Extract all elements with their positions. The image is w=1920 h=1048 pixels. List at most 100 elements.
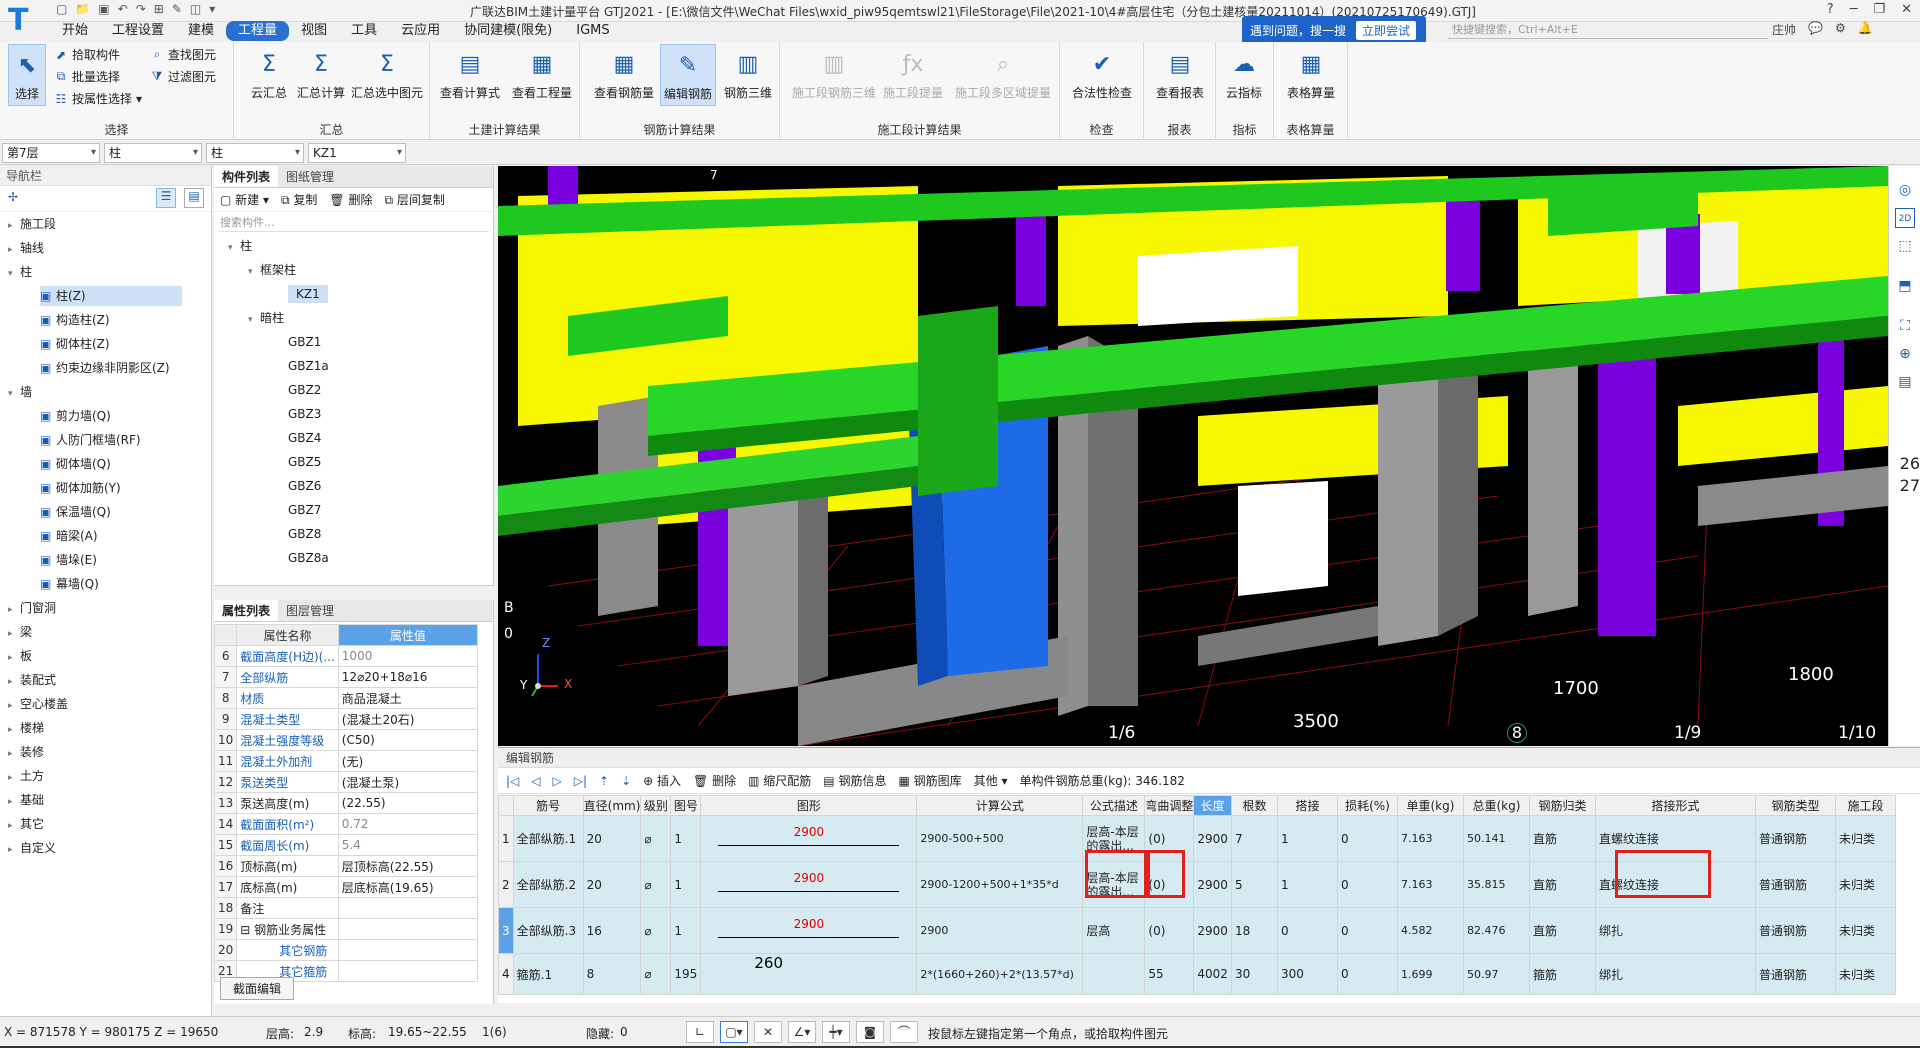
layer-icon[interactable]: ◫ bbox=[190, 2, 201, 20]
rebar-cell-formula[interactable]: 2*(1660+260)+2*(13.57*d) bbox=[916, 953, 1084, 995]
floor-select[interactable]: 第7层 bbox=[2, 143, 100, 163]
rebar-cell-shape[interactable]: 2900 bbox=[700, 861, 918, 908]
rebar-cell-stage[interactable]: 未归类 bbox=[1834, 861, 1896, 908]
table-calc-button[interactable]: ▦ 表格算量 bbox=[1278, 44, 1344, 106]
type-select[interactable]: 柱 bbox=[104, 143, 202, 163]
rebar-cell-total[interactable]: 50.141 bbox=[1462, 815, 1530, 862]
box-icon[interactable]: ⬒ bbox=[1895, 276, 1915, 296]
collapse-arrow-icon[interactable]: ▾ bbox=[248, 308, 260, 332]
rebar-cell-no[interactable]: 箍筋.1 bbox=[512, 953, 584, 995]
collapse-arrow-icon[interactable]: ▾ bbox=[8, 384, 20, 404]
nav-item[interactable]: ▸ 其它 bbox=[8, 814, 44, 834]
gear-icon[interactable]: ⚙ bbox=[1835, 21, 1846, 38]
other-menu-button[interactable]: 其他 ▾ bbox=[974, 772, 1008, 789]
close-icon[interactable]: ✕ bbox=[1901, 2, 1912, 17]
rebar-cell-loss[interactable]: 0 bbox=[1336, 953, 1398, 995]
new-file-icon[interactable]: ▢ bbox=[56, 2, 67, 20]
rebar-cell-loss[interactable]: 0 bbox=[1336, 815, 1398, 862]
property-row[interactable]: 13 泵送高度(m) (22.55) bbox=[213, 792, 479, 814]
rebar-column-header[interactable]: 弯曲调整 bbox=[1144, 795, 1195, 816]
rebar-row[interactable]: 4 箍筋.1 8 ⌀ 195 260 2*(1660+260)+2*(13.57*d) 55 4… bbox=[498, 953, 1896, 995]
rebar-row-number[interactable]: 1 bbox=[498, 815, 514, 862]
rebar-cell-count[interactable]: 5 bbox=[1230, 861, 1278, 908]
component-tree-item[interactable]: GBZ2 bbox=[288, 378, 321, 402]
property-value[interactable]: 0.72 bbox=[337, 813, 479, 835]
rebar-column-header[interactable]: 根数 bbox=[1230, 795, 1278, 816]
sum-selected-button[interactable]: Σ 汇总选中图元 bbox=[342, 44, 432, 106]
property-value[interactable]: 商品混凝土 bbox=[337, 687, 479, 709]
property-value[interactable]: (无) bbox=[337, 750, 479, 772]
fullscreen-icon[interactable]: ⛶ bbox=[1895, 316, 1915, 336]
rebar-cell-unit[interactable]: 1.699 bbox=[1396, 953, 1464, 995]
rebar-row-number[interactable]: 4 bbox=[498, 953, 514, 995]
property-row[interactable]: 17 底标高(m) 层底标高(19.65) bbox=[213, 876, 479, 898]
delete-button[interactable]: 🗑 删除 bbox=[693, 772, 736, 789]
pin-icon[interactable]: ✢ bbox=[8, 190, 18, 204]
rebar-cell-lap[interactable]: 1 bbox=[1276, 861, 1338, 908]
component-tree-item[interactable]: GBZ6 bbox=[288, 474, 321, 498]
rebar-cell-count[interactable]: 18 bbox=[1230, 907, 1278, 954]
component-tree-item[interactable]: GBZ4 bbox=[288, 426, 321, 450]
rebar-3d-button[interactable]: ▥ 钢筋三维 bbox=[718, 44, 778, 106]
rebar-cell-stage[interactable]: 未归类 bbox=[1834, 815, 1896, 862]
tab-property-list[interactable]: 属性列表 bbox=[214, 600, 279, 621]
rebar-cell-cat[interactable]: 直筋 bbox=[1528, 907, 1596, 954]
rebar-cell-len[interactable]: 2900 bbox=[1193, 861, 1232, 908]
collapse-arrow-icon[interactable]: ▾ bbox=[248, 260, 260, 284]
rebar-cell-d[interactable]: 8 bbox=[582, 953, 642, 995]
component-tree-item[interactable]: ▾ 暗柱 bbox=[248, 306, 284, 330]
tab-modeling[interactable]: 建模 bbox=[176, 21, 226, 41]
rebar-column-header[interactable]: 搭接形式 bbox=[1594, 795, 1756, 816]
expand-arrow-icon[interactable]: ▸ bbox=[8, 816, 20, 836]
nav-item[interactable]: ▸ 空心楼盖 bbox=[8, 694, 68, 714]
save-icon[interactable]: ▣ bbox=[98, 2, 109, 20]
property-row[interactable]: 16 顶标高(m) 层顶标高(22.55) bbox=[213, 855, 479, 877]
tab-collab[interactable]: 协同建模(限免) bbox=[452, 21, 564, 41]
tab-view[interactable]: 视图 bbox=[289, 21, 339, 41]
section-edit-button[interactable]: 截面编辑 bbox=[220, 977, 295, 1000]
nav-item[interactable]: ▣ 构造柱(Z) bbox=[40, 310, 182, 330]
rebar-cell-bend[interactable]: (0) bbox=[1144, 907, 1195, 954]
rebar-cell-grade[interactable]: ⌀ bbox=[640, 907, 672, 954]
component-tree-item[interactable]: GBZ1a bbox=[288, 354, 329, 378]
nav-item[interactable]: ▣ 剪力墙(Q) bbox=[40, 406, 182, 426]
rebar-cell-lap[interactable]: 0 bbox=[1276, 907, 1338, 954]
rebar-cell-total[interactable]: 35.815 bbox=[1462, 861, 1530, 908]
list-view-icon[interactable]: ☰ bbox=[156, 188, 176, 208]
rebar-cell-d[interactable]: 20 bbox=[582, 815, 642, 862]
property-row[interactable]: 12 泵送类型 (混凝土泵) bbox=[213, 771, 479, 793]
expand-arrow-icon[interactable]: ▸ bbox=[8, 744, 20, 764]
rebar-cell-type[interactable]: 普通钢筋 bbox=[1754, 861, 1836, 908]
property-row[interactable]: 9 混凝土类型 (混凝土20石) bbox=[213, 708, 479, 730]
copy-component-button[interactable]: ⧉ 复制 bbox=[281, 191, 317, 208]
rebar-cell-cat[interactable]: 直筋 bbox=[1528, 815, 1596, 862]
rebar-column-header[interactable]: 施工段 bbox=[1834, 795, 1896, 816]
tab-component-list[interactable]: 构件列表 bbox=[214, 166, 279, 187]
expand-arrow-icon[interactable]: ▸ bbox=[8, 720, 20, 740]
expand-arrow-icon[interactable]: ▸ bbox=[8, 792, 20, 812]
nav-item[interactable]: ▸ 门窗洞 bbox=[8, 598, 56, 618]
component-tree-item[interactable]: KZ1 bbox=[288, 282, 328, 306]
collapse-arrow-icon[interactable]: ▾ bbox=[228, 236, 240, 260]
rebar-cell-loss[interactable]: 0 bbox=[1336, 861, 1398, 908]
user-name[interactable]: 庄帅 bbox=[1772, 21, 1796, 38]
expand-arrow-icon[interactable]: ▸ bbox=[8, 240, 20, 260]
expand-arrow-icon[interactable]: ▸ bbox=[8, 624, 20, 644]
property-row[interactable]: 18 备注 bbox=[213, 897, 479, 919]
tab-igms[interactable]: IGMS bbox=[564, 21, 621, 41]
tab-layer-management[interactable]: 图层管理 bbox=[278, 600, 342, 621]
rebar-column-header[interactable]: 长度 bbox=[1193, 795, 1232, 816]
rebar-cell-lapform[interactable]: 绑扎 bbox=[1594, 907, 1756, 954]
cloud-index-button[interactable]: ☁ 云指标 bbox=[1216, 44, 1272, 106]
rebar-cell-unit[interactable]: 7.163 bbox=[1396, 815, 1464, 862]
minimize-icon[interactable]: ─ bbox=[1850, 2, 1858, 17]
component-tree-item[interactable]: GBZ8a bbox=[288, 546, 329, 570]
rebar-cell-total[interactable]: 50.97 bbox=[1462, 953, 1530, 995]
nav-item[interactable]: ▣ 暗梁(A) bbox=[40, 526, 182, 546]
property-row[interactable]: 14 截面面积(m²) 0.72 bbox=[213, 813, 479, 835]
property-value[interactable] bbox=[337, 918, 479, 940]
stage-multi-button[interactable]: ⌕ 施工段多区域提量 bbox=[950, 44, 1056, 106]
property-row[interactable]: 19 ⊟ 钢筋业务属性 bbox=[213, 918, 479, 940]
rebar-library-button[interactable]: ▦ 钢筋图库 bbox=[898, 772, 961, 789]
snap-icon[interactable]: ◙ bbox=[856, 1021, 884, 1043]
